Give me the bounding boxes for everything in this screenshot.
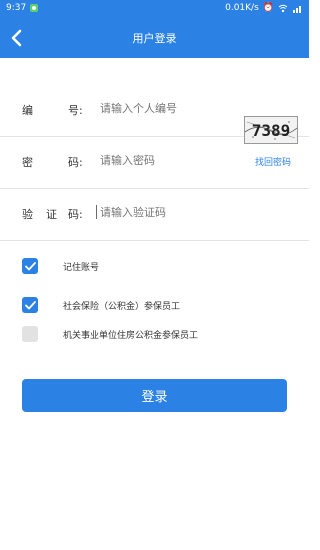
captcha-row: 验 证 码: [0, 188, 309, 241]
checkbox-unchecked-icon[interactable] [22, 326, 38, 342]
option-social-insurance[interactable]: 社会保险（公积金）参保员工 [22, 297, 180, 313]
option-remember-account[interactable]: 记住账号 [22, 258, 99, 274]
option-government-fund[interactable]: 机关事业单位住房公积金参保员工 [22, 326, 198, 342]
captcha-text: 7389 [252, 121, 291, 140]
status-bar: 9:37 0.01K/s ⏰ [0, 0, 309, 18]
alarm-icon: ⏰ [262, 3, 274, 13]
text-cursor [96, 205, 97, 219]
option-label: 记住账号 [63, 262, 100, 273]
option-label: 社会保险（公积金）参保员工 [63, 301, 181, 312]
page-title: 用户登录 [132, 32, 177, 45]
checkbox-checked-icon[interactable] [22, 297, 38, 313]
captcha-image[interactable]: 7389 [244, 116, 298, 144]
forgot-password-link[interactable]: 找回密码 [255, 155, 291, 168]
net-speed: 0.01K/s [225, 3, 259, 13]
login-button[interactable]: 登录 [22, 379, 287, 412]
shield-app-icon [30, 4, 39, 12]
status-time: 9:37 [6, 3, 27, 13]
signal-icon [293, 5, 301, 13]
checkbox-checked-icon[interactable] [22, 258, 38, 274]
password-input[interactable] [98, 154, 242, 168]
captcha-input[interactable] [98, 206, 242, 220]
option-label: 机关事业单位住房公积金参保员工 [63, 330, 199, 341]
navigation-bar: 用户登录 [0, 18, 309, 58]
id-input[interactable] [98, 102, 242, 116]
wifi-icon [278, 4, 288, 12]
